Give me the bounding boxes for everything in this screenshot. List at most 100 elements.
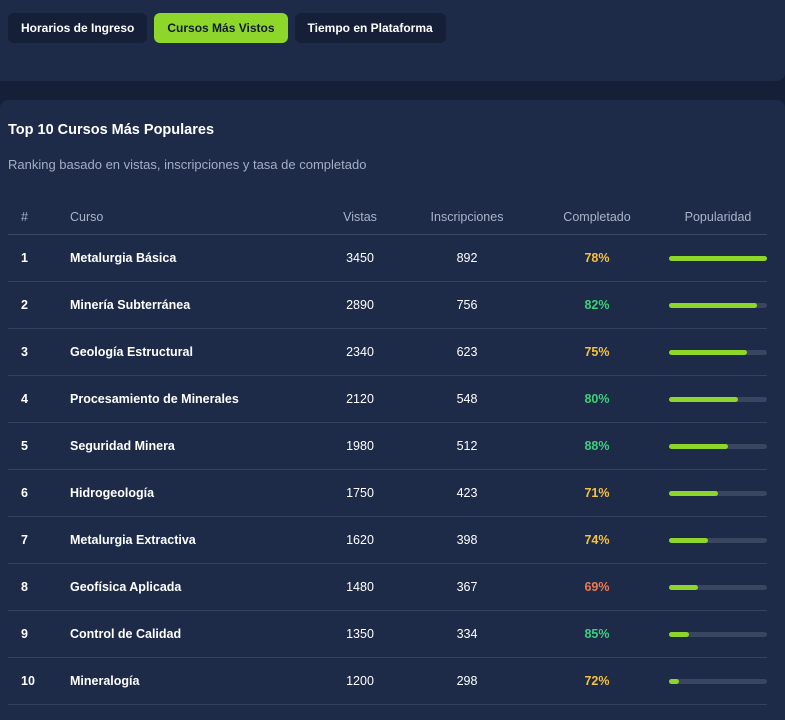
table-row: 7 Metalurgia Extractiva 1620 398 74%: [8, 516, 767, 564]
popularity-bar-fill: [669, 443, 728, 449]
rank-cell: 4: [8, 375, 63, 423]
table-row: 8 Geofísica Aplicada 1480 367 69%: [8, 563, 767, 611]
header-rank: #: [8, 200, 63, 235]
popularity-cell: [669, 375, 767, 423]
tab-panel: Horarios de Ingreso Cursos Más Vistos Ti…: [0, 0, 785, 81]
popularity-cell: [669, 563, 767, 611]
enrollments-cell: 367: [409, 563, 525, 611]
card-title: Top 10 Cursos Más Populares: [8, 122, 215, 138]
enrollments-cell: 892: [409, 234, 525, 282]
popularity-bar-fill: [669, 678, 679, 684]
popularity-bar-fill: [669, 396, 738, 402]
enrollments-cell: 512: [409, 422, 525, 470]
header-enrollments: Inscripciones: [409, 200, 525, 235]
popularity-cell: [669, 469, 767, 517]
table-row: 4 Procesamiento de Minerales 2120 548 80%: [8, 375, 767, 423]
popularity-bar-fill: [669, 584, 699, 590]
rank-cell: 7: [8, 516, 63, 564]
table-row: 1 Metalurgia Básica 3450 892 78%: [8, 234, 767, 282]
completed-cell: 69%: [525, 563, 669, 611]
enrollments-cell: 623: [409, 328, 525, 376]
views-cell: 1980: [311, 422, 409, 470]
tab-cursos-mas-vistos[interactable]: Cursos Más Vistos: [154, 13, 288, 43]
completed-cell: 71%: [525, 469, 669, 517]
header-completed: Completado: [525, 200, 669, 235]
header-views: Vistas: [311, 200, 409, 235]
header-course: Curso: [63, 200, 311, 235]
popularity-bar-track: [669, 537, 767, 543]
completed-cell: 74%: [525, 516, 669, 564]
top-courses-card: Top 10 Cursos Más Populares Ranking basa…: [0, 100, 785, 720]
table-row: 2 Minería Subterránea 2890 756 82%: [8, 281, 767, 329]
course-name-cell: Hidrogeología: [63, 469, 311, 517]
rank-cell: 10: [8, 657, 63, 705]
views-cell: 2890: [311, 281, 409, 329]
popularity-cell: [669, 610, 767, 658]
popularity-bar-track: [669, 490, 767, 496]
card-subtitle: Ranking basado en vistas, inscripciones …: [8, 157, 367, 172]
course-name-cell: Metalurgia Extractiva: [63, 516, 311, 564]
popularity-cell: [669, 234, 767, 282]
popularity-bar-track: [669, 396, 767, 402]
completed-cell: 75%: [525, 328, 669, 376]
course-name-cell: Metalurgia Básica: [63, 234, 311, 282]
course-name-cell: Control de Calidad: [63, 610, 311, 658]
table-row: 6 Hidrogeología 1750 423 71%: [8, 469, 767, 517]
enrollments-cell: 398: [409, 516, 525, 564]
rank-cell: 9: [8, 610, 63, 658]
rank-cell: 1: [8, 234, 63, 282]
views-cell: 3450: [311, 234, 409, 282]
views-cell: 1350: [311, 610, 409, 658]
popularity-cell: [669, 516, 767, 564]
table-row: 9 Control de Calidad 1350 334 85%: [8, 610, 767, 658]
table-row: 5 Seguridad Minera 1980 512 88%: [8, 422, 767, 470]
popularity-bar-track: [669, 678, 767, 684]
header-popularity: Popularidad: [669, 200, 767, 235]
course-name-cell: Geología Estructural: [63, 328, 311, 376]
tab-tiempo-en-plataforma[interactable]: Tiempo en Plataforma: [294, 13, 446, 43]
table-header-row: # Curso Vistas Inscripciones Completado …: [8, 200, 767, 235]
views-cell: 2340: [311, 328, 409, 376]
courses-table: # Curso Vistas Inscripciones Completado …: [8, 200, 767, 705]
popularity-bar-fill: [669, 631, 689, 637]
popularity-bar-track: [669, 302, 767, 308]
table-row: 3 Geología Estructural 2340 623 75%: [8, 328, 767, 376]
popularity-cell: [669, 657, 767, 705]
popularity-bar-fill: [669, 349, 748, 355]
popularity-cell: [669, 328, 767, 376]
table-row: 10 Mineralogía 1200 298 72%: [8, 657, 767, 705]
enrollments-cell: 423: [409, 469, 525, 517]
popularity-bar-fill: [669, 537, 709, 543]
popularity-bar-fill: [669, 255, 767, 261]
completed-cell: 78%: [525, 234, 669, 282]
course-name-cell: Minería Subterránea: [63, 281, 311, 329]
enrollments-cell: 334: [409, 610, 525, 658]
completed-cell: 82%: [525, 281, 669, 329]
rank-cell: 5: [8, 422, 63, 470]
rank-cell: 3: [8, 328, 63, 376]
course-name-cell: Mineralogía: [63, 657, 311, 705]
rank-cell: 8: [8, 563, 63, 611]
views-cell: 1200: [311, 657, 409, 705]
popularity-bar-track: [669, 349, 767, 355]
views-cell: 1620: [311, 516, 409, 564]
completed-cell: 72%: [525, 657, 669, 705]
course-name-cell: Procesamiento de Minerales: [63, 375, 311, 423]
course-name-cell: Geofísica Aplicada: [63, 563, 311, 611]
popularity-cell: [669, 281, 767, 329]
completed-cell: 80%: [525, 375, 669, 423]
popularity-bar-fill: [669, 490, 718, 496]
tab-bar: Horarios de Ingreso Cursos Más Vistos Ti…: [8, 13, 446, 43]
course-name-cell: Seguridad Minera: [63, 422, 311, 470]
popularity-bar-track: [669, 443, 767, 449]
tab-horarios-de-ingreso[interactable]: Horarios de Ingreso: [8, 13, 148, 43]
completed-cell: 85%: [525, 610, 669, 658]
popularity-cell: [669, 422, 767, 470]
popularity-bar-track: [669, 255, 767, 261]
views-cell: 1480: [311, 563, 409, 611]
rank-cell: 6: [8, 469, 63, 517]
rank-cell: 2: [8, 281, 63, 329]
views-cell: 2120: [311, 375, 409, 423]
enrollments-cell: 756: [409, 281, 525, 329]
completed-cell: 88%: [525, 422, 669, 470]
